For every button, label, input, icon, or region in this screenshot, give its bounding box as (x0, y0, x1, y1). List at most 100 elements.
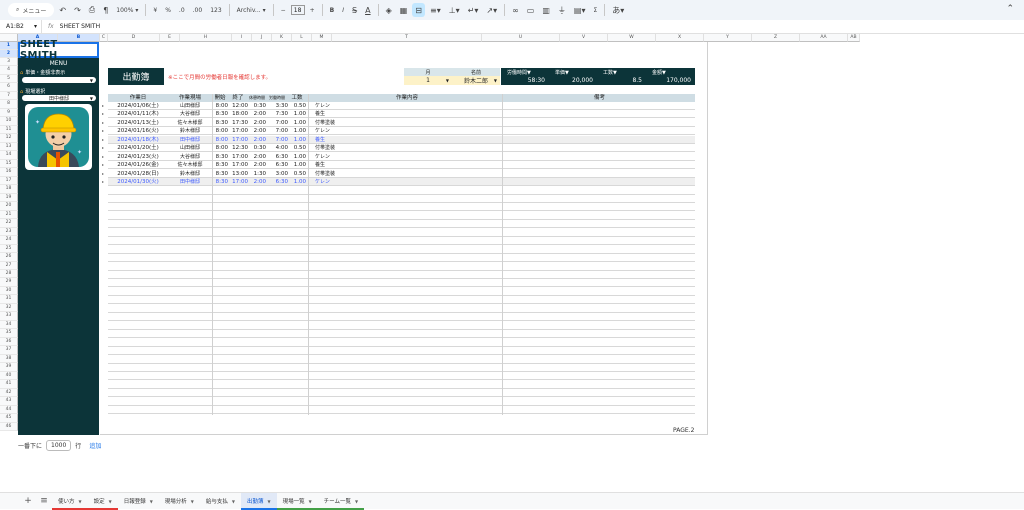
name-box[interactable]: A1:B2 ▾ (0, 20, 42, 33)
row-header[interactable]: 12 (0, 134, 18, 143)
table-row[interactable]: ▸ 2024/01/13(土) 佐々木様邸 8:30 17:30 2:00 7:00 1.00… (102, 119, 695, 127)
column-header[interactable]: M (312, 34, 332, 42)
filter-views-icon[interactable]: ▤▾ (571, 3, 589, 17)
table-row[interactable] (108, 288, 695, 296)
table-row[interactable]: ▸ 2024/01/16(火) 鈴木様邸 8:00 17:00 2:00 7:00 1.00 ケ… (102, 127, 695, 136)
sheet-tab-8[interactable]: チーム一覧 ▼ (317, 493, 365, 510)
text-color-icon[interactable]: A (362, 3, 373, 17)
currency-button[interactable]: ¥ (150, 3, 160, 17)
row-header[interactable]: 39 (0, 363, 18, 372)
sheet-tab-6[interactable]: 出勤簿 ▼ (240, 492, 277, 510)
row-header[interactable]: 31 (0, 295, 18, 304)
row-header[interactable]: 2 (0, 50, 18, 58)
table-row[interactable]: ▸ 2024/01/23(火) 大谷様邸 8:30 17:00 2:00 6:30 1.00 ケ… (102, 153, 695, 161)
row-header[interactable]: 41 (0, 380, 18, 389)
column-header[interactable]: I (232, 34, 252, 42)
row-header[interactable]: 42 (0, 388, 18, 398)
table-row[interactable] (108, 398, 695, 406)
increase-decimal-button[interactable]: .00 (190, 3, 206, 17)
row-header[interactable]: 21 (0, 210, 18, 220)
valign-icon[interactable]: ⊥▾ (446, 3, 463, 17)
percent-button[interactable]: % (162, 3, 174, 17)
table-row[interactable] (108, 229, 695, 237)
row-header[interactable]: 17 (0, 176, 18, 186)
row-header[interactable]: 23 (0, 227, 18, 237)
table-row[interactable] (108, 212, 695, 220)
row-header[interactable]: 15 (0, 159, 18, 169)
row-header[interactable]: 16 (0, 168, 18, 177)
fill-color-icon[interactable]: ◈ (383, 3, 395, 17)
row-header[interactable]: 6 (0, 83, 18, 92)
row-header[interactable]: 26 (0, 253, 18, 262)
table-row[interactable] (108, 364, 695, 372)
row-header[interactable]: 25 (0, 244, 18, 254)
row-header[interactable]: 14 (0, 151, 18, 160)
column-header[interactable]: AB (848, 34, 860, 42)
column-header[interactable]: D (108, 34, 160, 42)
font-select[interactable]: Archiv... ▾ (234, 3, 269, 17)
table-row[interactable] (108, 271, 695, 279)
row-header[interactable]: 28 (0, 270, 18, 279)
row-header[interactable]: 35 (0, 329, 18, 338)
table-row[interactable] (108, 195, 695, 203)
table-row[interactable] (108, 372, 695, 381)
wrap-icon[interactable]: ↵▾ (465, 3, 482, 17)
summary-select[interactable]: 1 ▼ (404, 76, 452, 85)
column-header[interactable]: X (656, 34, 704, 42)
table-row[interactable] (108, 203, 695, 212)
number-format-button[interactable]: 123 (207, 3, 224, 17)
add-rows-count-input[interactable]: 1000 (46, 440, 72, 451)
strikethrough-icon[interactable]: S̶ (349, 3, 360, 17)
table-row[interactable] (108, 246, 695, 254)
italic-button[interactable]: I (339, 3, 347, 17)
column-header[interactable]: V (560, 34, 608, 42)
table-row[interactable]: ▸ 2024/01/28(日) 鈴木様邸 8:30 13:00 1:30 3:00 0.50 付… (102, 170, 695, 178)
table-row[interactable]: ▸ 2024/01/26(金) 佐々木様邸 8:30 17:00 2:00 6:30 1.00… (102, 161, 695, 170)
decrease-decimal-button[interactable]: .0 (176, 3, 188, 17)
row-header[interactable]: 7 (0, 91, 18, 101)
column-header[interactable]: T (332, 34, 482, 42)
row-header[interactable]: 34 (0, 320, 18, 330)
sheet-tab-3[interactable]: 日報登録 ▼ (118, 493, 159, 510)
row-header[interactable]: 46 (0, 422, 18, 432)
table-row[interactable] (108, 356, 695, 364)
site-dropdown[interactable]: 田中様邸 ▼ (22, 95, 96, 102)
sheet-tab-4[interactable]: 現場分析 ▼ (159, 493, 200, 510)
row-header[interactable]: 36 (0, 337, 18, 347)
input-tools-icon[interactable]: あ▾ (609, 3, 627, 17)
table-row[interactable] (108, 237, 695, 246)
table-row[interactable]: ▸ 2024/01/20(土) 山田様邸 8:00 12:30 0:30 4:00 0.50 付… (102, 144, 695, 153)
column-header[interactable]: U (482, 34, 560, 42)
all-sheets-button[interactable]: ≡ (36, 496, 52, 506)
sheet-tab-2[interactable]: 設定 ▼ (87, 493, 118, 510)
row-header[interactable]: 38 (0, 354, 18, 364)
table-row[interactable] (108, 339, 695, 347)
comment-icon[interactable]: ▭ (524, 3, 538, 17)
table-row[interactable] (108, 330, 695, 339)
row-header[interactable]: 43 (0, 397, 18, 406)
row-header[interactable]: 27 (0, 261, 18, 270)
row-header[interactable]: 30 (0, 286, 18, 296)
summary-select[interactable]: 鈴木二郎 ▼ (452, 76, 500, 85)
table-row[interactable] (108, 313, 695, 322)
redo-icon[interactable]: ↷ (71, 3, 84, 17)
select-all-corner[interactable] (0, 34, 18, 42)
table-row[interactable]: ▸ 2024/01/06(土) 山田様邸 8:00 12:00 0:30 3:30 0.50 ケ… (102, 102, 695, 110)
undo-icon[interactable]: ↶ (56, 3, 69, 17)
sheet-tab-7[interactable]: 現場一覧 ▼ (276, 493, 318, 510)
row-header[interactable]: 24 (0, 236, 18, 245)
table-row[interactable] (108, 254, 695, 263)
filter-icon[interactable]: ⏚ (555, 3, 569, 17)
formula-input[interactable]: SHEET SMITH (60, 23, 100, 30)
row-header[interactable]: 19 (0, 193, 18, 203)
table-row[interactable] (108, 322, 695, 330)
row-header[interactable]: 32 (0, 303, 18, 313)
row-header[interactable]: 40 (0, 371, 18, 381)
link-icon[interactable]: ∞ (509, 3, 522, 17)
column-header[interactable]: Z (752, 34, 800, 42)
row-header[interactable]: 4 (0, 66, 18, 75)
borders-icon[interactable]: ▦ (397, 3, 411, 17)
zoom-select[interactable]: 100% ▾ (113, 3, 141, 17)
table-row[interactable] (108, 296, 695, 305)
toggle-dropdown[interactable]: ▼ (22, 77, 96, 83)
